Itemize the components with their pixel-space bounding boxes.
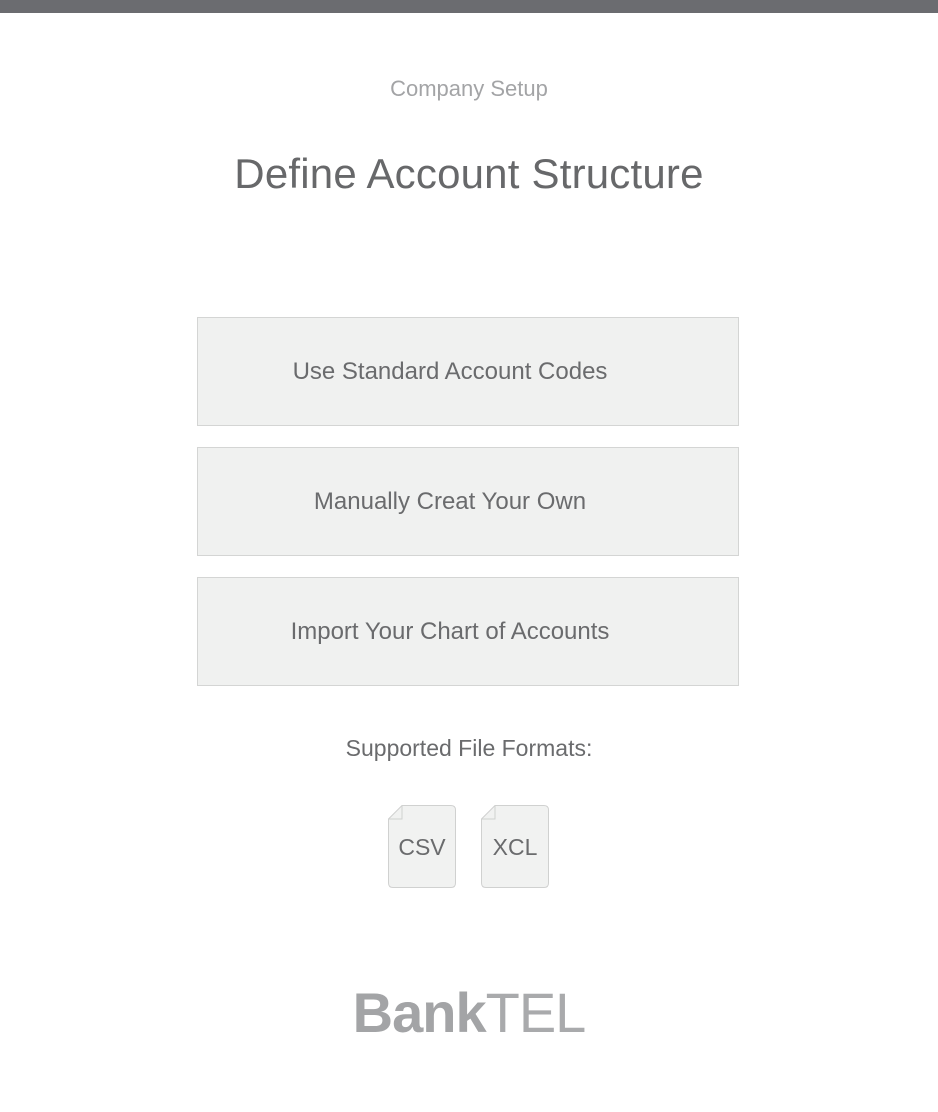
- supported-formats-label: Supported File Formats:: [345, 735, 593, 761]
- section-eyebrow: Company Setup: [390, 76, 548, 101]
- csv-file-icon[interactable]: CSV: [388, 805, 456, 888]
- option-label: Use Standard Account Codes: [292, 357, 608, 385]
- logo-bold-text: Bank: [352, 981, 487, 1044]
- page-title: Define Account Structure: [234, 150, 704, 197]
- file-format-label: CSV: [398, 834, 446, 860]
- use-standard-account-codes-button[interactable]: Use Standard Account Codes: [197, 317, 739, 426]
- logo-light-text: TEL: [485, 981, 587, 1044]
- manually-create-your-own-button[interactable]: Manually Creat Your Own: [197, 447, 739, 556]
- option-label: Import Your Chart of Accounts: [290, 617, 610, 645]
- top-bar: [0, 0, 938, 13]
- xcl-file-icon[interactable]: XCL: [481, 805, 549, 888]
- option-label: Manually Creat Your Own: [313, 487, 587, 515]
- import-chart-of-accounts-button[interactable]: Import Your Chart of Accounts: [197, 577, 739, 686]
- banktel-logo: BankTEL: [0, 983, 938, 1043]
- file-format-label: XCL: [492, 834, 538, 860]
